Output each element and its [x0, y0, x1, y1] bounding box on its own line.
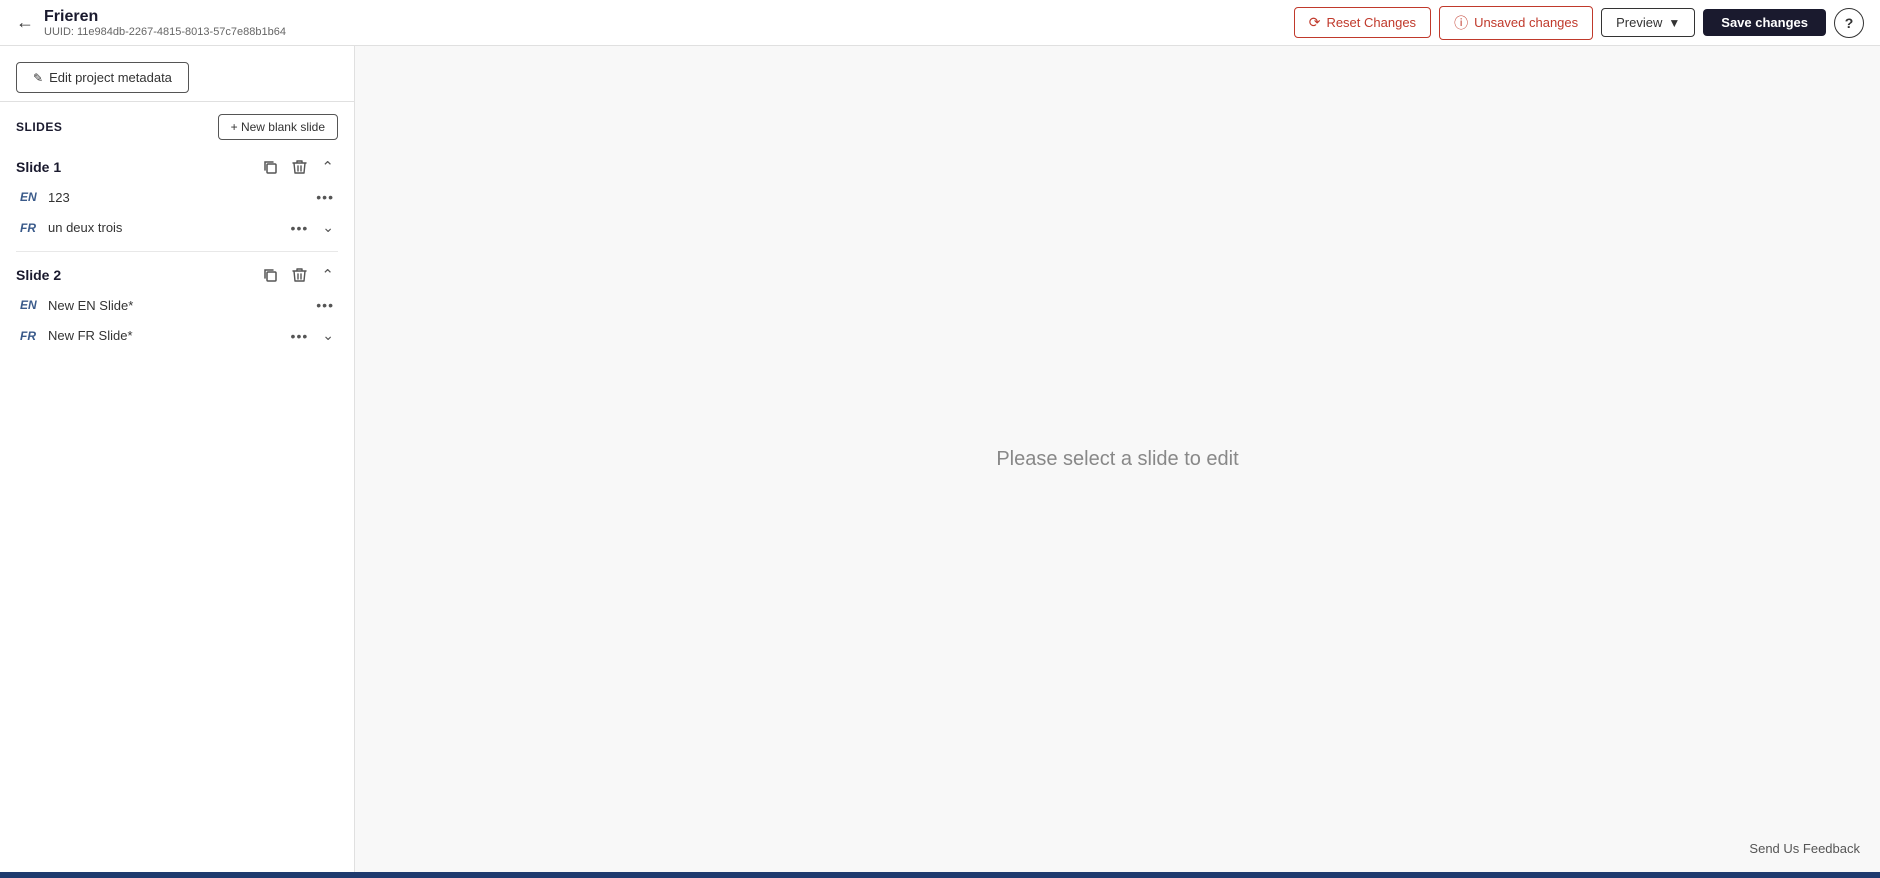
editor-area: Please select a slide to edit Send Us Fe…	[355, 46, 1880, 872]
preview-button[interactable]: Preview ▼	[1601, 8, 1695, 37]
help-button[interactable]: ?	[1834, 8, 1864, 38]
slide-1-actions: ⌃	[258, 156, 338, 178]
slide-2-delete-button[interactable]	[288, 265, 311, 285]
slide-1-duplicate-button[interactable]	[258, 157, 282, 177]
slide-1-name: Slide 1	[16, 159, 258, 175]
lang-tag-en: EN	[20, 190, 40, 204]
project-title: Frieren	[44, 8, 286, 26]
slide-1-fr-row: FR un deux trois ••• ⌄	[16, 212, 338, 243]
slide-2-item: Slide 2	[16, 260, 338, 351]
lang-tag-fr-2: FR	[20, 329, 40, 343]
slide-1-en-row: EN 123 •••	[16, 182, 338, 212]
header-left: ← Frieren UUID: 11e984db-2267-4815-8013-…	[16, 8, 286, 38]
slide-2-en-content: New EN Slide*	[48, 298, 133, 313]
pencil-icon: ✎	[33, 71, 43, 85]
save-changes-button[interactable]: Save changes	[1703, 9, 1826, 36]
feedback-link[interactable]: Send Us Feedback	[1749, 841, 1860, 856]
slides-divider	[16, 251, 338, 252]
edit-project-metadata-button[interactable]: ✎ Edit project metadata	[16, 62, 189, 93]
header-right: ⟳ Reset Changes ⓘ Unsaved changes Previe…	[1294, 6, 1864, 40]
back-icon[interactable]: ←	[16, 12, 34, 33]
reset-changes-button[interactable]: ⟳ Reset Changes	[1294, 7, 1431, 38]
slide-2-en-options-button[interactable]: •••	[312, 295, 338, 315]
slide-1-fr-content: un deux trois	[48, 220, 122, 235]
slide-1-fr-options-button[interactable]: •••	[287, 218, 313, 238]
slides-header: SLIDES + New blank slide	[16, 114, 338, 140]
lang-tag-fr: FR	[20, 221, 40, 235]
slide-1-collapse-button[interactable]: ⌃	[317, 156, 338, 178]
slide-1-en-options-button[interactable]: •••	[312, 187, 338, 207]
slide-2-duplicate-button[interactable]	[258, 265, 282, 285]
slide-1-delete-button[interactable]	[288, 157, 311, 177]
slide-2-name: Slide 2	[16, 267, 258, 283]
slide-2-en-row: EN New EN Slide* •••	[16, 290, 338, 320]
header-bar: ← Frieren UUID: 11e984db-2267-4815-8013-…	[0, 0, 1880, 46]
unsaved-changes-button[interactable]: ⓘ Unsaved changes	[1439, 6, 1593, 40]
project-uuid: UUID: 11e984db-2267-4815-8013-57c7e88b1b…	[44, 26, 286, 38]
sidebar: ✎ Edit project metadata SLIDES + New bla…	[0, 46, 355, 872]
new-blank-slide-button[interactable]: + New blank slide	[218, 114, 338, 140]
reset-icon: ⟳	[1309, 14, 1321, 31]
slide-2-fr-content: New FR Slide*	[48, 328, 133, 343]
slide-2-fr-row: FR New FR Slide* ••• ⌄	[16, 320, 338, 351]
slide-2-collapse-button[interactable]: ⌃	[317, 264, 338, 286]
slide-2-actions: ⌃	[258, 264, 338, 286]
bottom-bar	[0, 872, 1880, 878]
chevron-down-icon: ▼	[1668, 16, 1680, 30]
slide-2-header-row: Slide 2	[16, 260, 338, 290]
slide-item: Slide 1	[16, 152, 338, 243]
slide-2-fr-options-button[interactable]: •••	[287, 326, 313, 346]
project-info: Frieren UUID: 11e984db-2267-4815-8013-57…	[44, 8, 286, 38]
slide-2-fr-chevron-button[interactable]: ⌄	[318, 325, 338, 346]
editor-placeholder: Please select a slide to edit	[996, 448, 1238, 471]
slide-1-en-content: 123	[48, 190, 70, 205]
slide-1-header-row: Slide 1	[16, 152, 338, 182]
sidebar-top: ✎ Edit project metadata	[0, 46, 354, 102]
slides-label: SLIDES	[16, 120, 62, 134]
slides-section: SLIDES + New blank slide Slide 1	[0, 102, 354, 872]
main-content: ✎ Edit project metadata SLIDES + New bla…	[0, 46, 1880, 872]
slide-1-fr-chevron-button[interactable]: ⌄	[318, 217, 338, 238]
warning-icon: ⓘ	[1454, 13, 1468, 33]
lang-tag-en-2: EN	[20, 298, 40, 312]
